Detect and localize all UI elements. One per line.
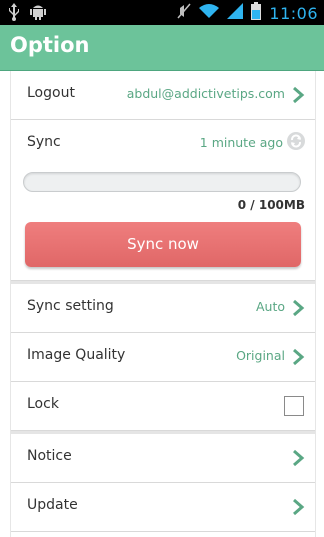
logout-account-value: abdul@addictivetips.com — [126, 86, 285, 101]
battery-icon — [251, 2, 262, 24]
lock-checkbox[interactable] — [284, 396, 304, 416]
page-title: Option — [10, 33, 90, 57]
image-quality-row[interactable]: Image Quality Original — [11, 333, 315, 382]
status-bar: 11:06 — [0, 0, 324, 25]
logout-row[interactable]: Logout abdul@addictivetips.com — [11, 71, 315, 120]
logout-label: Logout — [27, 85, 75, 101]
status-bar-left — [8, 3, 46, 25]
status-time: 11:06 — [269, 3, 318, 23]
status-bar-right: 11:06 — [177, 2, 318, 24]
image-quality-value: Original — [236, 348, 285, 363]
wifi-icon — [199, 3, 220, 23]
notice-label: Notice — [27, 448, 72, 464]
chevron-right-icon — [293, 498, 305, 516]
notice-row[interactable]: Notice — [11, 434, 315, 483]
mute-icon — [177, 2, 191, 24]
chevron-right-icon — [293, 348, 305, 366]
action-bar: Option — [0, 25, 324, 71]
lock-row[interactable]: Lock — [11, 382, 315, 431]
update-row[interactable]: Update — [11, 483, 315, 532]
android-icon — [30, 3, 46, 25]
chevron-right-icon — [293, 86, 305, 104]
sync-setting-value: Auto — [255, 299, 285, 314]
sync-progress-bar — [23, 172, 301, 192]
sync-progress-text: 0 / 100MB — [237, 198, 305, 212]
update-label: Update — [27, 497, 78, 513]
sync-label: Sync — [27, 134, 61, 150]
settings-list: Logout abdul@addictivetips.com Sync 1 mi… — [10, 71, 316, 537]
sync-section: Sync 1 minute ago 0 / 100MB Sync now — [11, 120, 315, 281]
sync-setting-row[interactable]: Sync setting Auto — [11, 284, 315, 333]
sync-last-time: 1 minute ago — [199, 135, 283, 150]
chevron-right-icon — [293, 299, 305, 317]
refresh-icon[interactable] — [287, 132, 305, 150]
sync-now-button[interactable]: Sync now — [25, 222, 301, 267]
lock-label: Lock — [27, 396, 59, 412]
sync-setting-label: Sync setting — [27, 298, 114, 314]
usb-icon — [8, 3, 20, 25]
signal-icon — [227, 3, 244, 23]
image-quality-label: Image Quality — [27, 347, 126, 363]
chevron-right-icon — [293, 449, 305, 467]
